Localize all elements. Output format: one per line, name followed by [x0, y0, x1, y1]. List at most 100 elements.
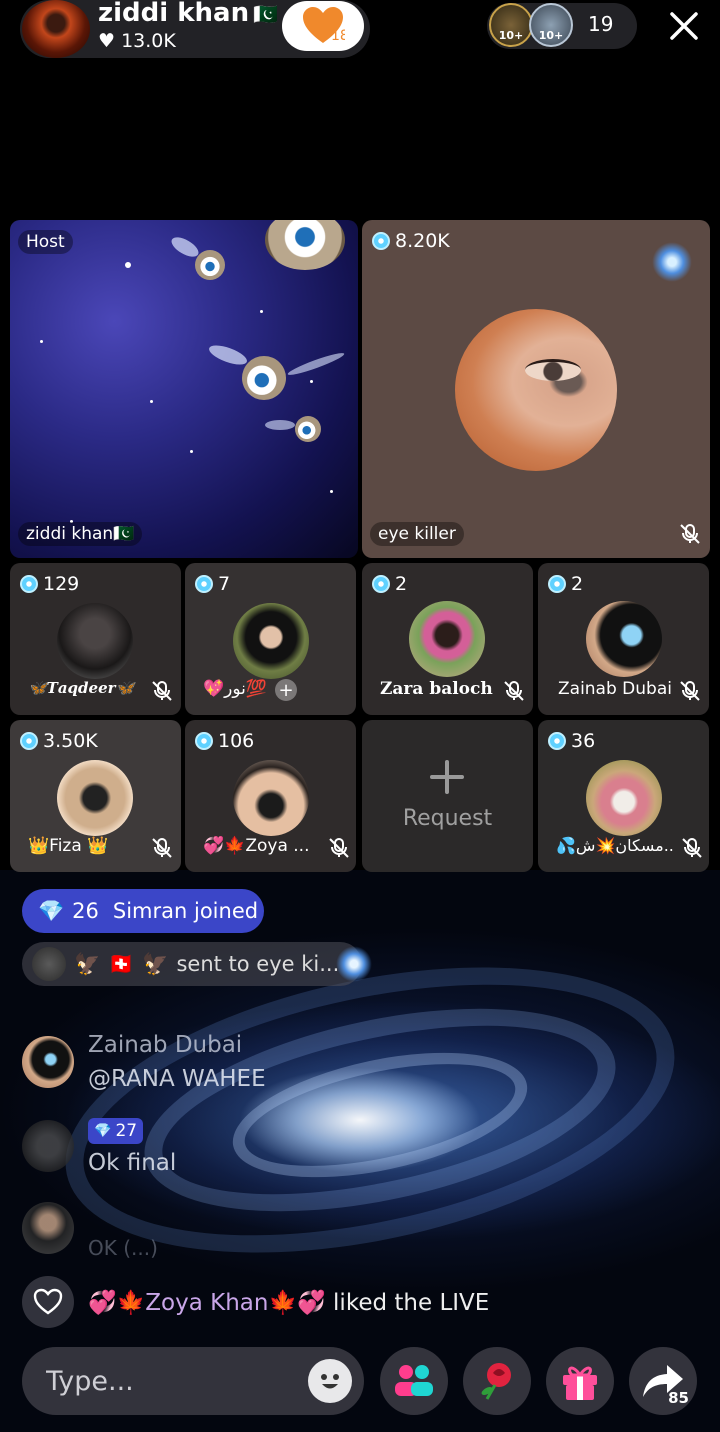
host-name: ziddi khan 🇵🇰	[98, 0, 278, 28]
guest-coins: 7	[195, 573, 230, 595]
guest-seat[interactable]: 2 Zara baloch	[362, 563, 533, 715]
like-button[interactable]	[22, 1276, 74, 1328]
comment-box[interactable]	[22, 1347, 364, 1415]
diamond-icon: 💎	[94, 1123, 112, 1139]
coin-icon	[372, 575, 390, 593]
gift-notice[interactable]: 🦅 🇨🇭 🦅 sent to eye ki...	[22, 942, 362, 986]
wing-decoration	[286, 349, 346, 379]
liked-username[interactable]: 💞🍁Zoya Khan🍁💞	[88, 1290, 326, 1316]
mic-muted-icon	[680, 524, 700, 544]
share-count: 85	[668, 1389, 689, 1407]
eyeball-sticker	[265, 220, 345, 270]
guest-avatar	[57, 760, 133, 836]
mic-muted-icon	[504, 681, 524, 701]
guest-avatar	[409, 601, 485, 677]
user-level: 26	[72, 899, 99, 923]
mic-muted-icon	[152, 838, 172, 858]
guest-avatar	[586, 601, 662, 677]
guest-name: 🦋𝑻𝒂𝒒𝒅𝒆𝒆𝒓🦋	[28, 679, 135, 697]
users-icon	[395, 1365, 433, 1396]
host-tile-name: ziddi khan🇵🇰	[18, 522, 143, 546]
chat-message: OK (...)	[88, 1236, 158, 1260]
add-friend-button[interactable]: +	[275, 679, 297, 701]
guest-coins: 2	[548, 573, 583, 595]
liked-text: liked the LIVE	[333, 1289, 490, 1316]
guest-seat[interactable]: 106 💞🍁Zoya ...	[185, 720, 356, 872]
plus-icon	[430, 760, 464, 794]
gift-icon	[563, 1366, 597, 1400]
chat-avatar[interactable]	[22, 1202, 74, 1254]
guest-seat[interactable]: 7 💖نور💯 +	[185, 563, 356, 715]
guest-name: eye killer	[370, 522, 464, 546]
diamond-icon: 💎	[38, 898, 65, 923]
host-likes: ♥ 13.0K	[98, 30, 176, 52]
host-video-tile[interactable]: Host ziddi khan🇵🇰	[10, 220, 358, 558]
wing-decoration	[265, 420, 295, 430]
eagle-icon: 🦅	[142, 951, 169, 976]
eyeball-sticker	[295, 416, 321, 442]
guest-video-tile[interactable]: 8.20K eye killer	[362, 220, 710, 558]
svg-text:18: 18	[331, 28, 345, 44]
coin-icon	[372, 232, 390, 250]
eyeball-sticker	[242, 356, 286, 400]
guest-name: 💖نور💯	[203, 679, 268, 699]
guest-coins: 36	[548, 730, 595, 752]
eagle-icon: 🦅	[74, 951, 101, 976]
guest-coins: 2	[372, 573, 407, 595]
chat-message: @RANA WAHEE	[88, 1066, 266, 1092]
rose-gift-button[interactable]	[463, 1347, 531, 1415]
sender-avatar	[32, 947, 66, 981]
coin-icon	[20, 732, 38, 750]
guest-avatar	[57, 603, 133, 679]
swiss-flag-icon: 🇨🇭	[108, 951, 135, 976]
chat-username[interactable]: Zainab Dubai	[88, 1032, 242, 1058]
heart-outline-icon	[33, 1288, 63, 1315]
guest-seat[interactable]: 36 💦مسکان💥ش..	[538, 720, 709, 872]
guest-seat[interactable]: 2 Zainab Dubai	[538, 563, 709, 715]
rose-icon	[481, 1363, 511, 1400]
coin-icon	[548, 575, 566, 593]
guest-avatar	[233, 603, 309, 679]
host-tag: Host	[18, 230, 73, 254]
follow-button[interactable]: 18	[282, 1, 364, 51]
heart-badge-icon: 18	[303, 7, 345, 44]
viewer-count[interactable]: 19	[588, 12, 613, 36]
sparkle-sticker	[643, 233, 701, 291]
guest-avatar	[586, 760, 662, 836]
pakistan-flag-icon: 🇵🇰	[253, 2, 278, 26]
guest-name: 💦مسکان💥ش..	[556, 836, 674, 855]
emoji-button[interactable]	[308, 1359, 352, 1403]
emoji-icon	[313, 1364, 347, 1398]
gift-button[interactable]	[546, 1347, 614, 1415]
chat-avatar[interactable]	[22, 1036, 74, 1088]
close-icon	[670, 12, 698, 40]
coin-icon	[548, 732, 566, 750]
guests-button[interactable]	[380, 1347, 448, 1415]
host-avatar[interactable]	[22, 0, 90, 58]
guest-name: 💞🍁Zoya ...	[203, 836, 310, 856]
request-seat-button[interactable]: Request	[362, 720, 533, 872]
share-button[interactable]: 85	[629, 1347, 697, 1415]
guest-coins: 129	[20, 573, 79, 595]
eyeball-sticker	[195, 250, 225, 280]
chat-avatar[interactable]	[22, 1120, 74, 1172]
top-viewer-avatar[interactable]: 10+	[489, 3, 533, 47]
comment-input[interactable]	[46, 1361, 296, 1401]
guest-name: Zainab Dubai	[558, 679, 672, 699]
request-label: Request	[402, 806, 493, 831]
close-button[interactable]	[664, 6, 704, 46]
user-level-badge: 💎 27	[88, 1118, 144, 1144]
guest-seat[interactable]: 129 🦋𝑻𝒂𝒒𝒅𝒆𝒆𝒓🦋	[10, 563, 181, 715]
guest-name: Zara baloch	[380, 679, 493, 699]
guest-coins: 8.20K	[372, 230, 450, 252]
mic-muted-icon	[682, 838, 702, 858]
mic-muted-icon	[680, 681, 700, 701]
guest-seat[interactable]: 3.50K 👑Fiza 👑	[10, 720, 181, 872]
coin-icon	[20, 575, 38, 593]
guest-coins: 106	[195, 730, 254, 752]
guest-avatar	[455, 309, 617, 471]
gift-text: sent to eye ki...	[176, 952, 340, 976]
top-viewer-avatar[interactable]: 10+	[529, 3, 573, 47]
mic-muted-icon	[152, 681, 172, 701]
guest-coins: 3.50K	[20, 730, 98, 752]
